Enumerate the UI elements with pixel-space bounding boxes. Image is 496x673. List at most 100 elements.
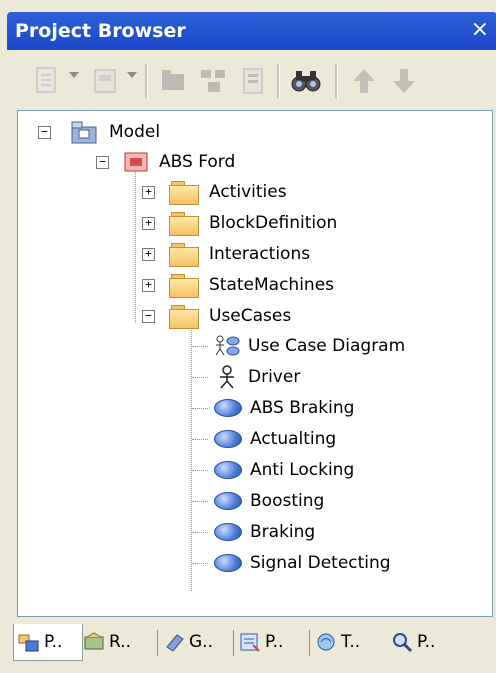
new-diagram-dropdown-icon[interactable]: [127, 72, 137, 78]
tree-line: [192, 532, 208, 533]
tab-resources[interactable]: R..: [83, 624, 153, 660]
tree-node-label: ABS Ford: [159, 152, 236, 172]
find-icon[interactable]: [289, 66, 323, 96]
tree-node-use-case[interactable]: ABS Braking: [214, 393, 354, 423]
tab-properties[interactable]: P..: [239, 624, 305, 660]
tree-node-label: BlockDefinition: [209, 213, 338, 233]
tree-node-label: Driver: [248, 367, 301, 387]
tree-node-label: Boosting: [250, 491, 325, 511]
project-icon: [18, 631, 40, 653]
toolbar-separator: [145, 64, 148, 98]
bottom-tab-strip: P.. R.. G.. P.. T.. P..: [7, 620, 496, 670]
tab-label: P..: [417, 632, 436, 652]
use-case-icon: [214, 430, 242, 448]
folder-icon: [169, 305, 199, 329]
use-case-icon: [214, 492, 242, 510]
tab-label: P..: [44, 632, 63, 652]
properties-icon[interactable]: [237, 66, 271, 96]
tree-node-use-case[interactable]: Anti Locking: [214, 455, 354, 485]
actor-icon: [214, 365, 240, 389]
tree-line: [192, 408, 208, 409]
tree-line: [192, 377, 208, 378]
new-diagram-icon[interactable]: [89, 66, 123, 96]
tab-label: R..: [109, 632, 132, 652]
element-tree-icon[interactable]: [197, 66, 231, 96]
tree-node-use-case[interactable]: Signal Detecting: [214, 548, 391, 578]
new-package-icon[interactable]: [157, 66, 191, 96]
tree-node-use-case[interactable]: Boosting: [214, 486, 324, 516]
tab-separator: [309, 630, 310, 656]
collapse-toggle[interactable]: −: [38, 125, 51, 139]
tab-search[interactable]: P..: [391, 624, 461, 660]
tree-node-label: Braking: [250, 522, 316, 542]
expand-toggle[interactable]: +: [142, 247, 155, 261]
use-case-icon: [214, 523, 242, 541]
use-case-icon: [214, 554, 242, 572]
tree-node-label: Signal Detecting: [250, 553, 391, 573]
move-down-icon[interactable]: [387, 66, 421, 96]
tree-node-abs-ford[interactable]: − ABS Ford: [96, 147, 235, 177]
tree-node-diagram[interactable]: Use Case Diagram: [214, 331, 405, 361]
tree-line: [191, 323, 192, 591]
tree-line: [192, 501, 208, 502]
folder-icon: [169, 181, 199, 205]
toolbar-separator: [335, 64, 338, 98]
tab-toolbox[interactable]: T..: [315, 624, 381, 660]
tree-node-use-case[interactable]: Actualting: [214, 424, 336, 454]
move-up-icon[interactable]: [347, 66, 381, 96]
tree-line: [192, 563, 208, 564]
window-title: Project Browser: [15, 20, 186, 42]
tab-project[interactable]: P..: [13, 624, 83, 661]
tree-node-folder[interactable]: + Interactions: [142, 239, 310, 269]
use-case-icon: [214, 461, 242, 479]
expand-toggle[interactable]: +: [142, 216, 155, 230]
tree-node-use-case[interactable]: Braking: [214, 517, 315, 547]
project-browser-panel: Project Browser × − Model − ABS Ford + A…: [3, 0, 496, 673]
tab-label: G..: [189, 632, 213, 652]
title-bar: Project Browser ×: [7, 12, 496, 50]
tree-node-folder[interactable]: + Activities: [142, 177, 287, 207]
collapse-toggle[interactable]: −: [96, 155, 109, 169]
toolbar-separator: [277, 64, 280, 98]
tab-glossary[interactable]: G..: [163, 624, 229, 660]
tree-node-folder[interactable]: + StateMachines: [142, 270, 334, 300]
expand-toggle[interactable]: +: [142, 185, 155, 199]
close-button[interactable]: ×: [471, 18, 489, 42]
tree-node-label: Interactions: [209, 244, 311, 264]
tree-line: [192, 346, 208, 347]
use-case-diagram-icon: [214, 334, 240, 358]
search-icon: [391, 631, 413, 653]
glossary-icon: [163, 631, 185, 653]
tree-node-label: Use Case Diagram: [248, 336, 406, 356]
tree-node-model[interactable]: − Model: [38, 117, 160, 147]
tab-label: P..: [265, 632, 284, 652]
tree-line: [192, 470, 208, 471]
collapse-toggle[interactable]: −: [142, 309, 155, 323]
tree-node-label: Model: [109, 122, 161, 142]
project-tree[interactable]: − Model − ABS Ford + Activities + BlockD…: [17, 110, 493, 617]
tab-label: T..: [341, 632, 361, 652]
folder-icon: [169, 274, 199, 298]
model-root-icon: [69, 118, 101, 146]
tree-line: [192, 439, 208, 440]
new-element-icon[interactable]: [31, 66, 65, 96]
toolbar: [7, 50, 496, 112]
tree-line: [135, 163, 136, 323]
tree-node-label: StateMachines: [209, 275, 335, 295]
tree-node-label: Activities: [209, 182, 287, 202]
tree-node-folder[interactable]: − UseCases: [142, 301, 291, 331]
properties-icon: [239, 631, 261, 653]
tree-node-folder[interactable]: + BlockDefinition: [142, 208, 337, 238]
expand-toggle[interactable]: +: [142, 278, 155, 292]
package-icon: [123, 150, 151, 174]
tree-node-label: Actualting: [250, 429, 337, 449]
tab-separator: [233, 630, 234, 656]
resources-icon: [83, 631, 105, 653]
tree-node-label: ABS Braking: [250, 398, 355, 418]
tab-separator: [157, 630, 158, 656]
new-element-dropdown-icon[interactable]: [69, 72, 79, 78]
folder-icon: [169, 212, 199, 236]
tree-node-label: UseCases: [209, 306, 292, 326]
tree-node-actor[interactable]: Driver: [214, 362, 300, 392]
folder-icon: [169, 243, 199, 267]
